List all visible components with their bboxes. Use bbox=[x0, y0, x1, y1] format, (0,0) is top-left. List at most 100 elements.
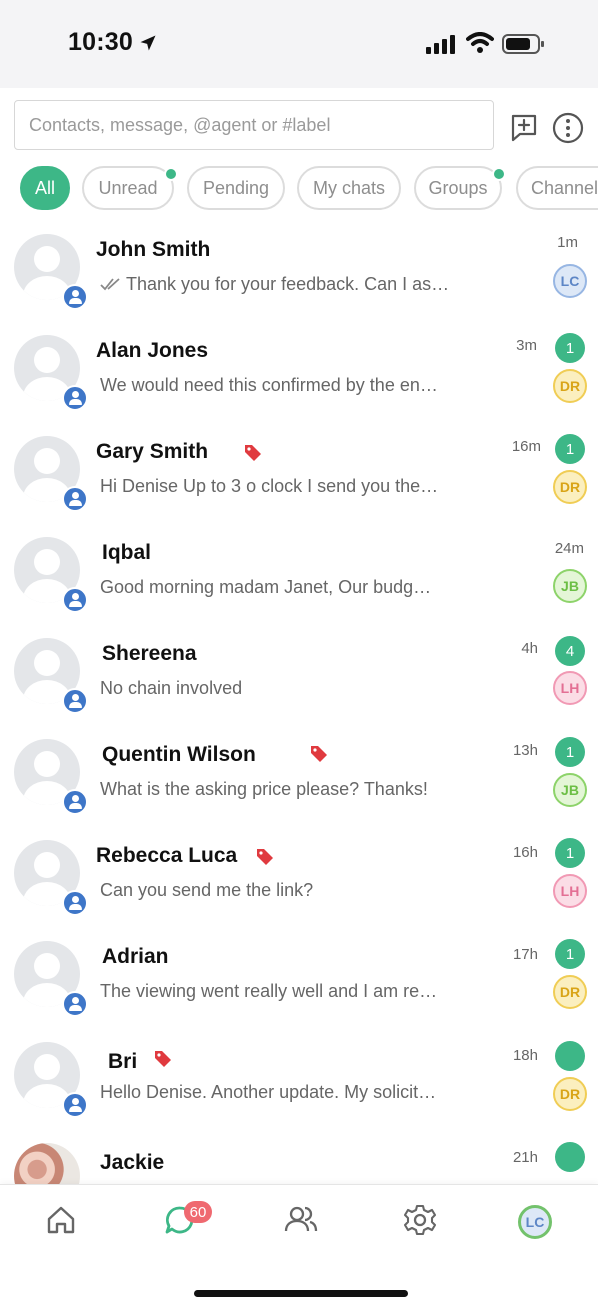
chat-row-quentin-wilson[interactable]: Quentin Wilson What is the asking price … bbox=[0, 725, 598, 827]
filter-chip-all[interactable]: All bbox=[20, 166, 70, 210]
contacts-icon bbox=[284, 1206, 318, 1232]
message-time: 1m bbox=[557, 234, 578, 251]
status-time: 10:30 bbox=[68, 28, 133, 56]
contact-name: Alan Jones bbox=[96, 339, 209, 362]
label-tag-icon bbox=[245, 445, 261, 461]
unread-dot-badge bbox=[555, 1041, 585, 1071]
unread-count-badge: 1 bbox=[555, 939, 585, 969]
label-tag-icon bbox=[257, 849, 273, 865]
filter-chip-channels[interactable]: Channels bbox=[516, 166, 598, 210]
battery-icon bbox=[502, 34, 544, 54]
unread-indicator-dot bbox=[164, 167, 178, 181]
contact-name: Jackie bbox=[100, 1151, 165, 1174]
message-preview: Hello Denise. Another update. My solicit… bbox=[100, 1082, 440, 1102]
cell-signal-icon bbox=[426, 35, 455, 54]
message-time: 17h bbox=[512, 946, 538, 963]
chat-row-bri[interactable]: Bri Hello Denise. Another update. My sol… bbox=[0, 1028, 598, 1130]
chat-count-badge: 60 bbox=[184, 1201, 212, 1223]
gear-icon bbox=[403, 1204, 437, 1236]
contact-name: Shereena bbox=[102, 642, 197, 665]
message-preview: Thank you for your feedback. Can I ask i… bbox=[126, 274, 456, 294]
filter-chips: All Unread Pending My chats Groups Chann… bbox=[0, 162, 598, 220]
chat-row-john-smith[interactable]: John Smith Thank you for your feedback. … bbox=[0, 220, 598, 322]
filter-chip-groups[interactable]: Groups bbox=[414, 166, 502, 210]
home-icon bbox=[47, 1206, 75, 1234]
contacts-tab[interactable] bbox=[284, 1203, 324, 1243]
assigned-agent-avatar: DR bbox=[553, 1077, 587, 1111]
contact-badge-icon bbox=[62, 890, 88, 916]
message-time: 3m bbox=[516, 337, 537, 354]
wifi-icon bbox=[466, 32, 494, 53]
contact-badge-icon bbox=[62, 1092, 88, 1118]
message-time: 16h bbox=[512, 844, 538, 861]
filter-chip-my-chats[interactable]: My chats bbox=[297, 166, 401, 210]
contact-name: Adrian bbox=[102, 945, 169, 968]
assigned-agent-avatar: DR bbox=[553, 369, 587, 403]
home-tab[interactable] bbox=[44, 1203, 84, 1243]
new-chat-icon[interactable] bbox=[508, 112, 540, 144]
unread-dot-badge bbox=[555, 1142, 585, 1172]
chat-row-gary-smith[interactable]: Gary Smith Hi Denise Up to 3 o clock I s… bbox=[0, 422, 598, 524]
contact-badge-icon bbox=[62, 284, 88, 310]
read-ticks-icon bbox=[100, 278, 120, 291]
contact-badge-icon bbox=[62, 587, 88, 613]
message-preview: Good morning madam Janet, Our budget is … bbox=[100, 577, 440, 597]
assigned-agent-avatar: DR bbox=[553, 975, 587, 1009]
chat-row-adrian[interactable]: Adrian The viewing went really well and … bbox=[0, 927, 598, 1029]
assigned-agent-avatar: JB bbox=[553, 773, 587, 807]
chat-row-jackie[interactable]: Jackie 21h bbox=[0, 1129, 598, 1184]
label-tag-icon bbox=[311, 746, 327, 762]
groups-indicator-dot bbox=[492, 167, 506, 181]
message-preview: Can you send me the link? bbox=[100, 880, 314, 900]
message-time: 16m bbox=[511, 438, 541, 455]
assigned-agent-avatar: LC bbox=[553, 264, 587, 298]
contact-badge-icon bbox=[62, 991, 88, 1017]
contact-name: Rebecca Luca bbox=[96, 844, 238, 867]
message-time: 4h bbox=[521, 640, 538, 657]
assigned-agent-avatar: DR bbox=[553, 470, 587, 504]
unread-count-badge: 4 bbox=[555, 636, 585, 666]
location-arrow-icon bbox=[140, 35, 156, 51]
message-time: 24m bbox=[554, 540, 584, 557]
settings-tab[interactable] bbox=[403, 1203, 443, 1243]
assigned-agent-avatar: JB bbox=[553, 569, 587, 603]
chat-row-shereena[interactable]: Shereena No chain involved 4h 4 LH bbox=[0, 624, 598, 726]
contact-name: Gary Smith bbox=[96, 440, 209, 463]
filter-chip-pending[interactable]: Pending bbox=[187, 166, 285, 210]
chat-row-iqbal[interactable]: Iqbal Good morning madam Janet, Our budg… bbox=[0, 523, 598, 625]
message-preview: We would need this confirmed by the end … bbox=[100, 375, 440, 395]
assigned-agent-avatar: LH bbox=[553, 874, 587, 908]
contact-name: Quentin Wilson bbox=[102, 743, 256, 766]
bottom-navigation: 60 LC bbox=[0, 1184, 598, 1300]
more-options-icon[interactable] bbox=[552, 112, 584, 144]
label-tag-icon bbox=[155, 1051, 171, 1067]
message-preview: What is the asking price please? Thanks! bbox=[100, 779, 428, 799]
chat-row-alan-jones[interactable]: Alan Jones We would need this confirmed … bbox=[0, 321, 598, 423]
message-preview: Hi Denise Up to 3 o clock I send you the… bbox=[100, 476, 440, 496]
contact-badge-icon bbox=[62, 789, 88, 815]
contact-badge-icon bbox=[62, 688, 88, 714]
message-time: 21h bbox=[512, 1149, 538, 1166]
filter-chip-unread[interactable]: Unread bbox=[82, 166, 174, 210]
message-preview: The viewing went really well and I am re… bbox=[100, 981, 440, 1001]
contact-photo-avatar bbox=[14, 1143, 80, 1184]
message-time: 18h bbox=[512, 1047, 538, 1064]
chat-row-rebecca-luca[interactable]: Rebecca Luca Can you send me the link? 1… bbox=[0, 826, 598, 928]
search-input[interactable] bbox=[14, 100, 494, 150]
profile-avatar[interactable]: LC bbox=[518, 1205, 552, 1239]
unread-count-badge: 1 bbox=[555, 434, 585, 464]
home-indicator bbox=[194, 1290, 408, 1297]
chat-list: John Smith Thank you for your feedback. … bbox=[0, 220, 598, 1184]
contact-badge-icon bbox=[62, 486, 88, 512]
contact-name: Bri bbox=[108, 1050, 138, 1073]
unread-count-badge: 1 bbox=[555, 737, 585, 767]
message-time: 13h bbox=[512, 742, 538, 759]
contact-name: Iqbal bbox=[102, 541, 152, 564]
assigned-agent-avatar: LH bbox=[553, 671, 587, 705]
contact-name: John Smith bbox=[96, 238, 211, 261]
message-preview: No chain involved bbox=[100, 678, 243, 698]
contact-badge-icon bbox=[62, 385, 88, 411]
unread-count-badge: 1 bbox=[555, 838, 585, 868]
unread-count-badge: 1 bbox=[555, 333, 585, 363]
status-bar: 10:30 bbox=[0, 0, 598, 88]
